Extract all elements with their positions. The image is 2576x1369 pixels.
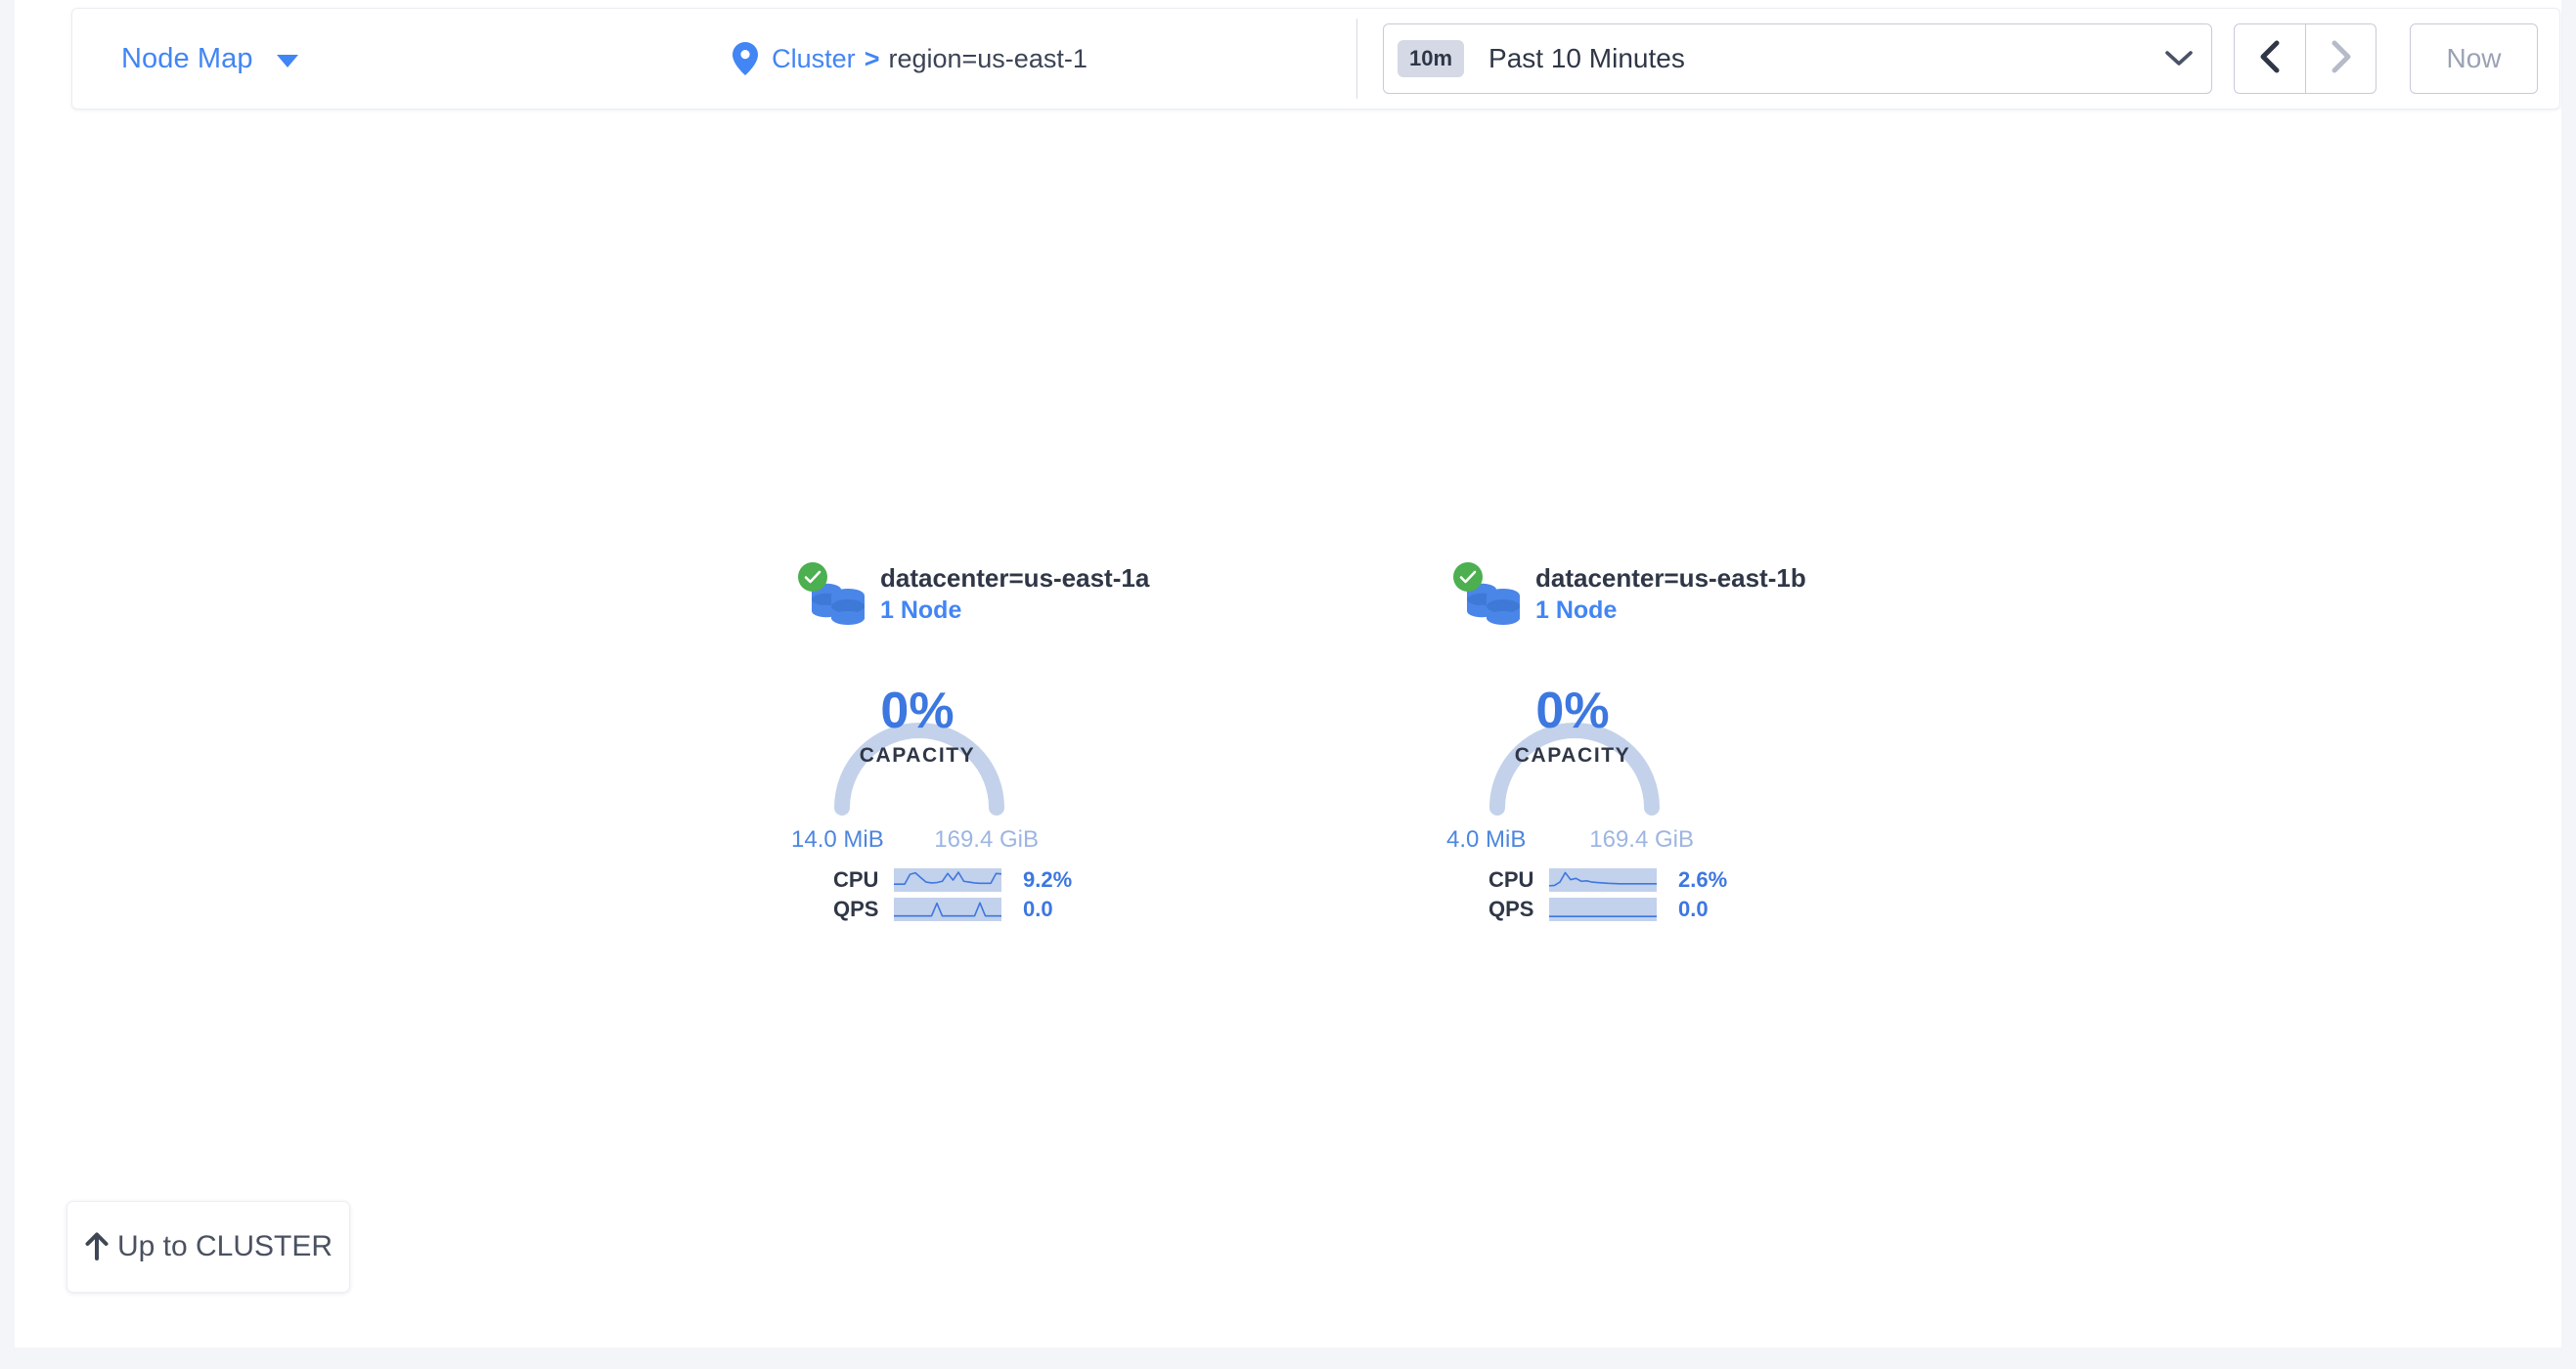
next-period-button[interactable] — [2305, 23, 2376, 94]
capacity-scale: 14.0 MiB 169.4 GiB — [791, 826, 1039, 856]
chevron-down-icon — [2164, 50, 2194, 67]
datacenter-labels: datacenter=us-east-1a 1 Node — [880, 562, 1149, 628]
previous-period-button[interactable] — [2234, 23, 2305, 94]
metric-label: QPS — [833, 897, 894, 922]
location-pin-icon — [733, 42, 758, 75]
database-cluster-icon — [807, 576, 867, 637]
metric-label: CPU — [1488, 867, 1549, 893]
capacity-gauge: 0% CAPACITY — [1462, 646, 1883, 824]
datacenter-title: datacenter=us-east-1a — [880, 562, 1149, 595]
datacenter-node[interactable]: datacenter=us-east-1b 1 Node 0% CAPACITY… — [1462, 562, 1883, 924]
chevron-down-icon — [277, 55, 298, 67]
capacity-percent: 0% — [1462, 685, 1683, 736]
qps-sparkline — [1549, 898, 1657, 921]
capacity-scale: 4.0 MiB 169.4 GiB — [1446, 826, 1694, 856]
now-button[interactable]: Now — [2410, 23, 2538, 94]
metric-value: 0.0 — [1678, 897, 1709, 922]
up-to-cluster-label: Up to CLUSTER — [117, 1230, 333, 1263]
chevron-right-icon — [2330, 40, 2353, 78]
breadcrumb-separator: > — [865, 44, 880, 74]
metric-label: CPU — [833, 867, 894, 893]
datacenter-labels: datacenter=us-east-1b 1 Node — [1535, 562, 1806, 628]
metric-row: QPS 0.0 — [833, 895, 1227, 924]
breadcrumb: Cluster > region=us-east-1 — [620, 42, 1356, 75]
datacenter-title: datacenter=us-east-1b — [1535, 562, 1806, 595]
metric-label: QPS — [1488, 897, 1549, 922]
view-selector-label: Node Map — [121, 43, 253, 75]
node-map-page: Node Map Cluster > region=us-east-1 10m … — [0, 0, 2576, 1369]
check-circle-icon — [1453, 562, 1483, 592]
capacity-gauge-center: 0% CAPACITY — [1462, 685, 1683, 768]
cpu-sparkline — [1549, 868, 1657, 892]
datacenter-header: datacenter=us-east-1b 1 Node — [1462, 562, 1883, 637]
metric-value: 9.2% — [1023, 867, 1072, 893]
datacenter-node-count[interactable]: 1 Node — [880, 595, 1149, 628]
datacenter-header: datacenter=us-east-1a 1 Node — [807, 562, 1227, 637]
cpu-sparkline — [894, 868, 1001, 892]
chevron-left-icon — [2258, 40, 2282, 78]
time-range-select[interactable]: 10m Past 10 Minutes — [1383, 23, 2212, 94]
datacenter-node-count[interactable]: 1 Node — [1535, 595, 1806, 628]
qps-sparkline — [894, 898, 1001, 921]
node-metrics: CPU 9.2% QPS 0.0 — [833, 865, 1227, 924]
up-to-cluster-button[interactable]: Up to CLUSTER — [67, 1201, 350, 1293]
view-selector[interactable]: Node Map — [72, 43, 620, 75]
capacity-percent: 0% — [807, 685, 1028, 736]
time-range-label: Past 10 Minutes — [1488, 43, 2164, 74]
toolbar: Node Map Cluster > region=us-east-1 10m … — [71, 8, 2560, 110]
capacity-total: 169.4 GiB — [934, 826, 1039, 854]
check-circle-icon — [798, 562, 827, 592]
capacity-used: 14.0 MiB — [791, 826, 884, 854]
metric-row: CPU 2.6% — [1488, 865, 1883, 895]
capacity-total: 169.4 GiB — [1589, 826, 1694, 854]
arrow-up-icon — [84, 1232, 110, 1261]
time-nav-group — [2234, 23, 2376, 94]
capacity-caption: CAPACITY — [1462, 744, 1683, 768]
node-metrics: CPU 2.6% QPS 0.0 — [1488, 865, 1883, 924]
node-map-canvas: datacenter=us-east-1a 1 Node 0% CAPACITY… — [0, 117, 2547, 1173]
datacenter-node[interactable]: datacenter=us-east-1a 1 Node 0% CAPACITY… — [807, 562, 1227, 924]
database-cluster-icon — [1462, 576, 1523, 637]
metric-row: QPS 0.0 — [1488, 895, 1883, 924]
metric-row: CPU 9.2% — [833, 865, 1227, 895]
now-button-label: Now — [2446, 43, 2501, 74]
capacity-used: 4.0 MiB — [1446, 826, 1526, 854]
capacity-caption: CAPACITY — [807, 744, 1028, 768]
metric-value: 0.0 — [1023, 897, 1053, 922]
capacity-gauge: 0% CAPACITY — [807, 646, 1227, 824]
breadcrumb-root-link[interactable]: Cluster — [772, 44, 856, 74]
capacity-gauge-center: 0% CAPACITY — [807, 685, 1028, 768]
metric-value: 2.6% — [1678, 867, 1727, 893]
time-range-badge: 10m — [1398, 40, 1464, 77]
time-controls: 10m Past 10 Minutes — [1357, 23, 2559, 94]
breadcrumb-current: region=us-east-1 — [888, 44, 1087, 74]
